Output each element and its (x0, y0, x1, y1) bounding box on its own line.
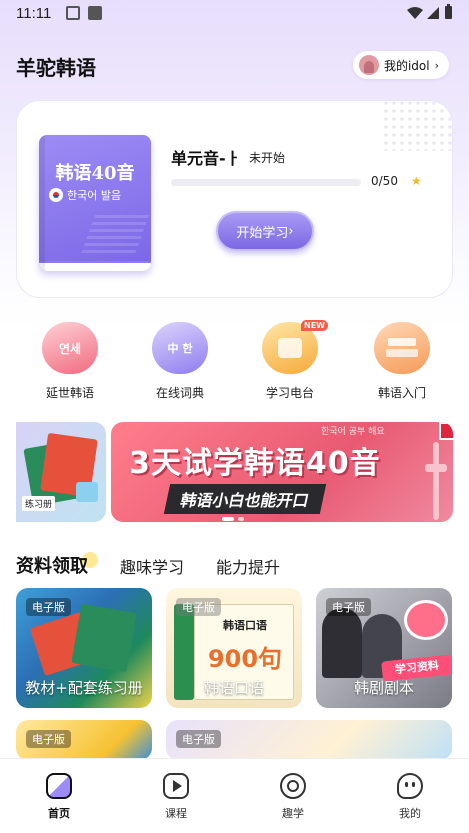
banner-subline: 韩语小白也能开口 (163, 484, 327, 514)
my-idol-button[interactable]: 我的idol › (352, 51, 449, 79)
book-subtitle-text: 한국어 발음 (67, 189, 122, 202)
quick-link-intro[interactable]: 韩语入门 (362, 322, 442, 401)
book-cover-text: 韩语口语 (223, 619, 267, 632)
book-subtitle: 한국어 발음 (49, 187, 121, 203)
my-idol-label: 我的idol (383, 58, 430, 73)
carousel-indicator (222, 517, 244, 521)
nav-label: 课程 (165, 807, 187, 820)
tab-skills[interactable]: 能力提升 (216, 554, 280, 578)
book-layer (388, 338, 416, 346)
book-decoration (81, 211, 151, 253)
dot-pattern (382, 101, 452, 151)
tower-illustration (425, 442, 447, 520)
book-spine (39, 135, 45, 271)
dictionary-icon-text: 中 한 (167, 342, 193, 355)
status-bar: 11:11 (0, 0, 469, 28)
radio-icon: NEW (262, 320, 328, 374)
banner-corner-badge (439, 422, 453, 440)
star-icon: ★ (411, 174, 422, 188)
book-icon-text: 연세 (58, 342, 82, 356)
notification-icon (66, 6, 80, 20)
resource-card-5[interactable]: 电子版 (166, 720, 452, 760)
banner-korean-text: 한국어 공부 해요 (321, 427, 385, 437)
book-cover-number: 900句 (207, 645, 283, 673)
banner-headline-text: 天试学韩语40音 (150, 446, 381, 481)
tab-fun-learning[interactable]: 趣味学习 (120, 554, 184, 578)
nav-label: 首页 (48, 807, 70, 820)
carousel-dot (238, 517, 244, 521)
digital-badge: 电子版 (176, 598, 221, 616)
resource-card-kdrama[interactable]: 学习资料 电子版 韩剧剧本 (316, 588, 452, 708)
start-learning-button[interactable]: 开始学习 › (216, 211, 314, 251)
resource-caption: 韩语口语 (203, 679, 264, 697)
app-header: 羊驼韩语 我的idol › (0, 44, 469, 88)
chevron-right-icon: › (434, 58, 439, 72)
quick-link-yonsei[interactable]: 연세 延世韩语 (30, 322, 110, 401)
nav-label: 我的 (399, 807, 421, 820)
progress-bar (171, 179, 361, 186)
book-icon: 연세 (42, 322, 98, 374)
resource-card-speaking[interactable]: 韩语口语 900句 电子版 韩语口语 (166, 588, 302, 708)
nav-label: 趣学 (282, 807, 304, 820)
bottom-navigation: 首页 课程 趣学 我的 (0, 758, 469, 833)
quick-link-radio[interactable]: NEW 学习电台 (250, 320, 330, 401)
stack-books-icon (374, 322, 430, 374)
wifi-icon (407, 7, 423, 19)
book-cover[interactable]: 韩语40音 한국어 발음 (39, 135, 151, 271)
radio-body (278, 338, 302, 358)
resource-card-textbook[interactable]: 电子版 教材+配套练习册 (16, 588, 152, 708)
quick-link-label: 在线词典 (155, 386, 204, 400)
carousel-dot (222, 517, 234, 521)
fun-icon (280, 773, 306, 799)
gift-icon (76, 482, 98, 502)
quick-link-label: 延世韩语 (45, 386, 94, 400)
profile-icon (397, 773, 423, 799)
study-card[interactable]: 韩语40音 한국어 발음 单元音-ㅏ 未开始 0/50 ★ 开始学习 › (16, 100, 453, 298)
magnifier-icon (404, 600, 448, 640)
digital-badge: 电子版 (176, 730, 221, 748)
status-time: 11:11 (16, 5, 52, 22)
section-tabs: 资料领取 趣味学习 能力提升 (16, 548, 312, 578)
banner-headline: 3天试学韩语40音 (129, 438, 381, 482)
start-learning-label: 开始学习 (236, 225, 289, 241)
quick-link-label: 韩语入门 (377, 386, 426, 400)
play-icon (163, 773, 189, 799)
nav-profile[interactable]: 我的 (380, 773, 440, 821)
banner-headline-num: 3 (129, 446, 151, 481)
idol-avatar (358, 55, 379, 75)
resource-card-4[interactable]: 电子版 (16, 720, 152, 760)
chevron-right-icon: › (288, 223, 294, 239)
resource-caption: 韩剧剧本 (353, 679, 414, 697)
book-layer (386, 349, 418, 357)
app-title: 羊驼韩语 (16, 56, 96, 80)
digital-badge: 电子版 (326, 598, 371, 616)
resource-caption: 教材+配套练习册 (25, 679, 143, 697)
banner-prev-slide[interactable]: 练习册 (16, 422, 106, 522)
workbook-tag: 练习册 (22, 496, 56, 511)
banner-main-slide[interactable]: 한국어 공부 해요 3天试学韩语40音 韩语小白也能开口 (111, 422, 453, 522)
quick-link-label: 学习电台 (265, 386, 314, 400)
dictionary-icon: 中 한 (152, 322, 208, 374)
signal-icon (427, 7, 439, 19)
nav-home[interactable]: 首页 (29, 773, 89, 821)
actor-photo (322, 608, 362, 678)
tab-resources[interactable]: 资料领取 (16, 552, 98, 578)
app-notification-icon (88, 6, 102, 20)
new-badge: NEW (301, 320, 328, 331)
nav-courses[interactable]: 课程 (146, 773, 206, 821)
unit-title: 单元音-ㅏ (171, 149, 241, 168)
digital-badge: 电子版 (26, 598, 71, 616)
quick-link-dictionary[interactable]: 中 한 在线词典 (140, 322, 220, 401)
book-image (71, 603, 137, 673)
banner-carousel[interactable]: 练习册 한국어 공부 해요 3天试学韩语40音 韩语小白也能开口 (16, 422, 453, 522)
home-icon (46, 773, 72, 799)
unit-status: 未开始 (249, 151, 286, 165)
book-title: 韩语40音 (55, 163, 135, 184)
battery-icon (445, 4, 452, 19)
nav-fun[interactable]: 趣学 (263, 773, 323, 821)
progress-text: 0/50 (371, 174, 398, 188)
digital-badge: 电子版 (26, 730, 71, 748)
korea-flag-icon (49, 188, 63, 202)
